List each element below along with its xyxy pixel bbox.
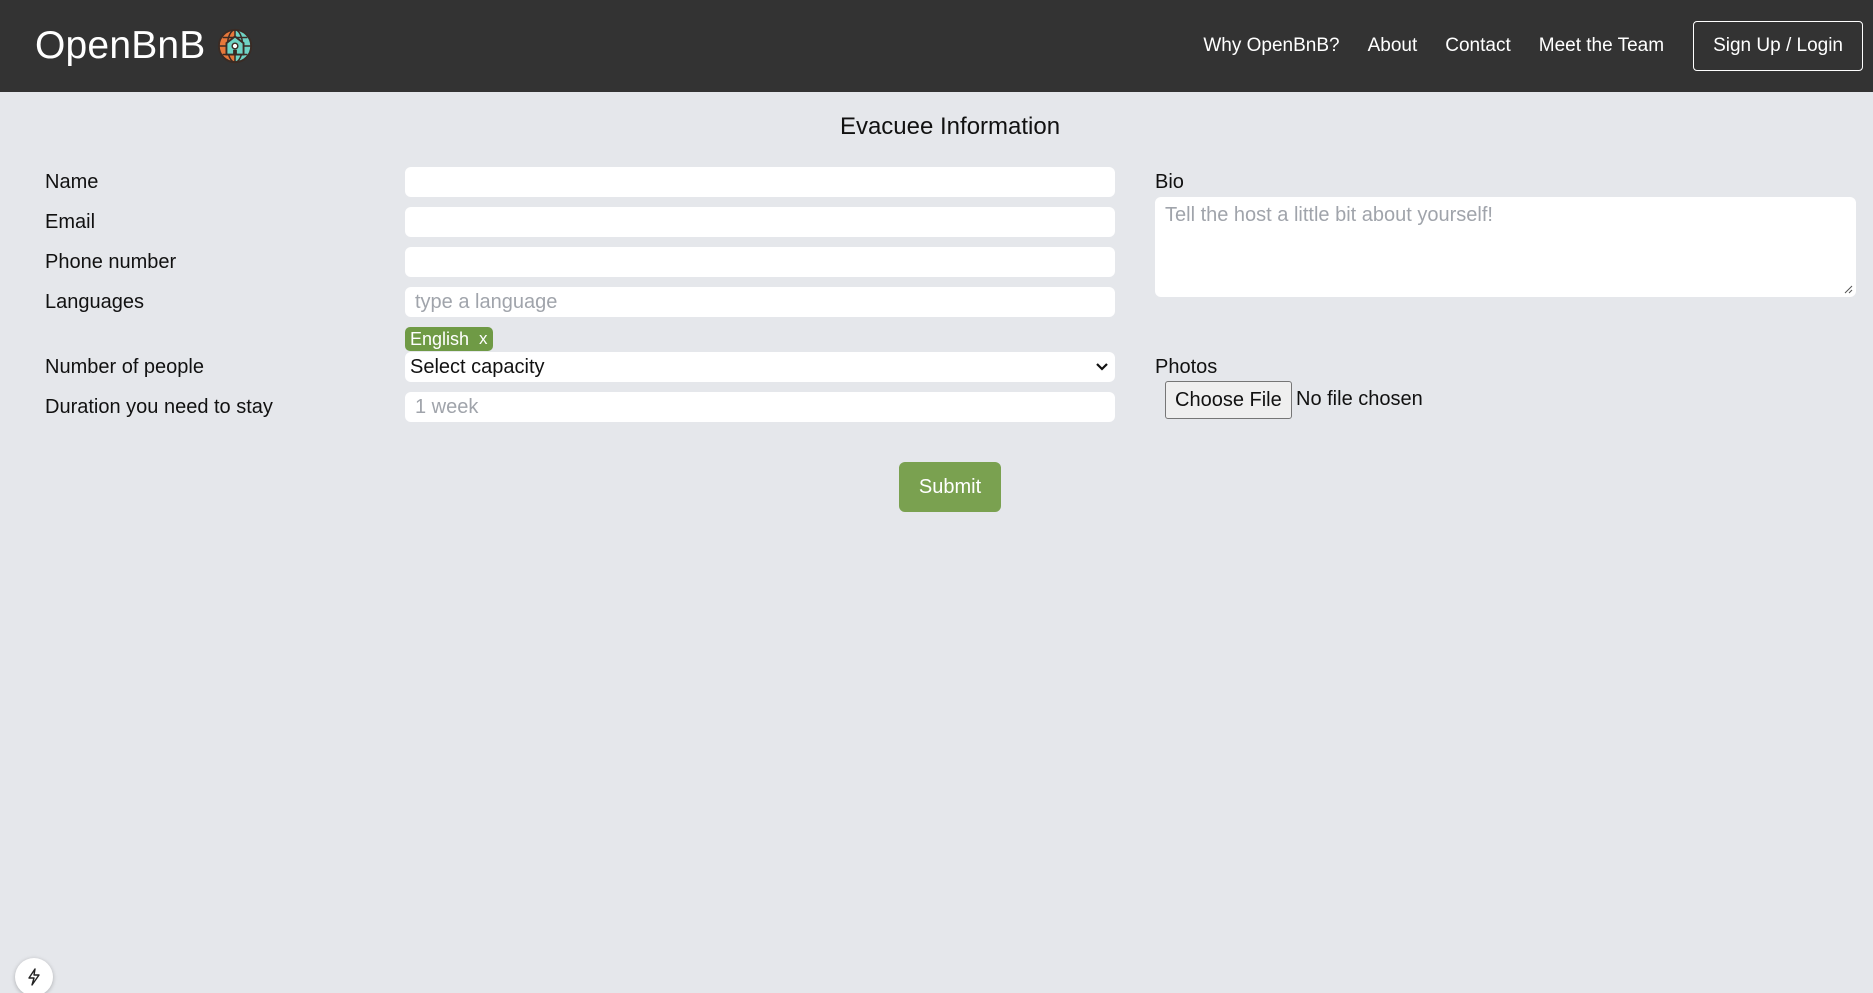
form-title: Evacuee Information xyxy=(839,113,1061,140)
photos-label: Photos xyxy=(1155,356,1218,378)
lightning-bolt-icon xyxy=(28,968,40,986)
name-label: Name xyxy=(45,171,99,193)
nav-link-meet-the-team[interactable]: Meet the Team xyxy=(1539,35,1664,57)
language-chip-english: English x xyxy=(405,327,493,351)
sign-up-login-button[interactable]: Sign Up / Login xyxy=(1693,21,1863,71)
top-navbar: OpenBnB Why OpenBnB? About Contact Meet … xyxy=(0,0,1873,92)
nav-link-about[interactable]: About xyxy=(1368,35,1418,57)
bio-textarea[interactable]: Tell the host a little bit about yoursel… xyxy=(1155,197,1856,297)
choose-file-button[interactable]: Choose File xyxy=(1165,381,1292,419)
bio-placeholder: Tell the host a little bit about yoursel… xyxy=(1165,204,1493,226)
nav-link-contact[interactable]: Contact xyxy=(1445,35,1510,57)
globe-house-icon xyxy=(217,28,252,64)
nav-link-why-openbnb[interactable]: Why OpenBnB? xyxy=(1203,35,1339,57)
capacity-select[interactable]: Select capacity xyxy=(405,352,1115,382)
language-chip-label: English xyxy=(410,328,470,349)
email-label: Email xyxy=(45,211,96,233)
submit-button[interactable]: Submit xyxy=(899,462,1001,512)
dev-tools-button[interactable] xyxy=(15,958,53,993)
duration-input[interactable] xyxy=(405,392,1115,422)
resize-handle-icon[interactable] xyxy=(1844,285,1853,294)
people-label: Number of people xyxy=(45,356,204,378)
duration-label: Duration you need to stay xyxy=(45,396,273,418)
nav-menu: Why OpenBnB? About Contact Meet the Team… xyxy=(1203,21,1863,71)
phone-input[interactable] xyxy=(405,247,1115,277)
brand-logo[interactable]: OpenBnB xyxy=(35,24,254,68)
chevron-down-icon xyxy=(1096,363,1108,371)
remove-language-button[interactable]: x xyxy=(479,329,488,349)
name-input[interactable] xyxy=(405,167,1115,197)
bio-label: Bio xyxy=(1155,171,1184,193)
capacity-select-value: Select capacity xyxy=(410,355,545,378)
file-status: No file chosen xyxy=(1296,388,1423,410)
brand-name: OpenBnB xyxy=(35,24,206,67)
email-input[interactable] xyxy=(405,207,1115,237)
language-input[interactable] xyxy=(405,287,1115,317)
phone-label: Phone number xyxy=(45,251,177,273)
languages-label: Languages xyxy=(45,291,144,313)
